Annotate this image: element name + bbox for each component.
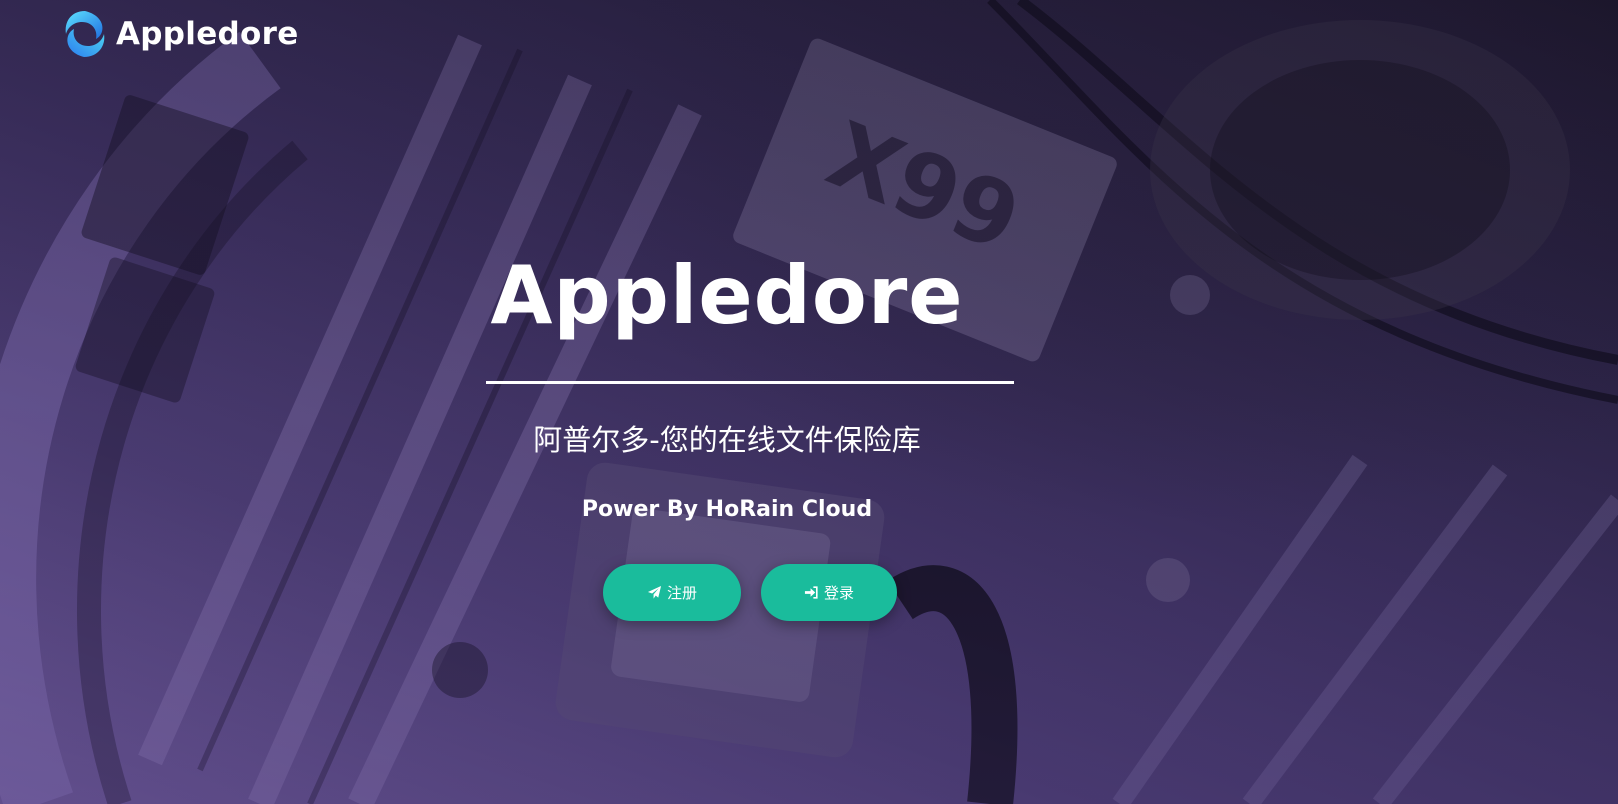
hero-subtitle: 阿普尔多-您的在线文件保险库: [533, 423, 921, 457]
login-label: 登录: [823, 584, 854, 602]
register-button[interactable]: 注册: [603, 564, 741, 621]
title-divider: [486, 381, 1014, 384]
hero-content: Appledore 阿普尔多-您的在线文件保险库 Power By HoRain…: [0, 0, 1454, 804]
hero-title: Appledore: [490, 249, 964, 342]
paper-plane-icon: [647, 585, 662, 599]
powered-by-text: Power By HoRain Cloud: [581, 497, 873, 522]
landing-hero: X99: [0, 0, 1618, 804]
sign-in-icon: [804, 586, 818, 599]
login-button[interactable]: 登录: [761, 564, 897, 621]
register-label: 注册: [666, 584, 697, 602]
